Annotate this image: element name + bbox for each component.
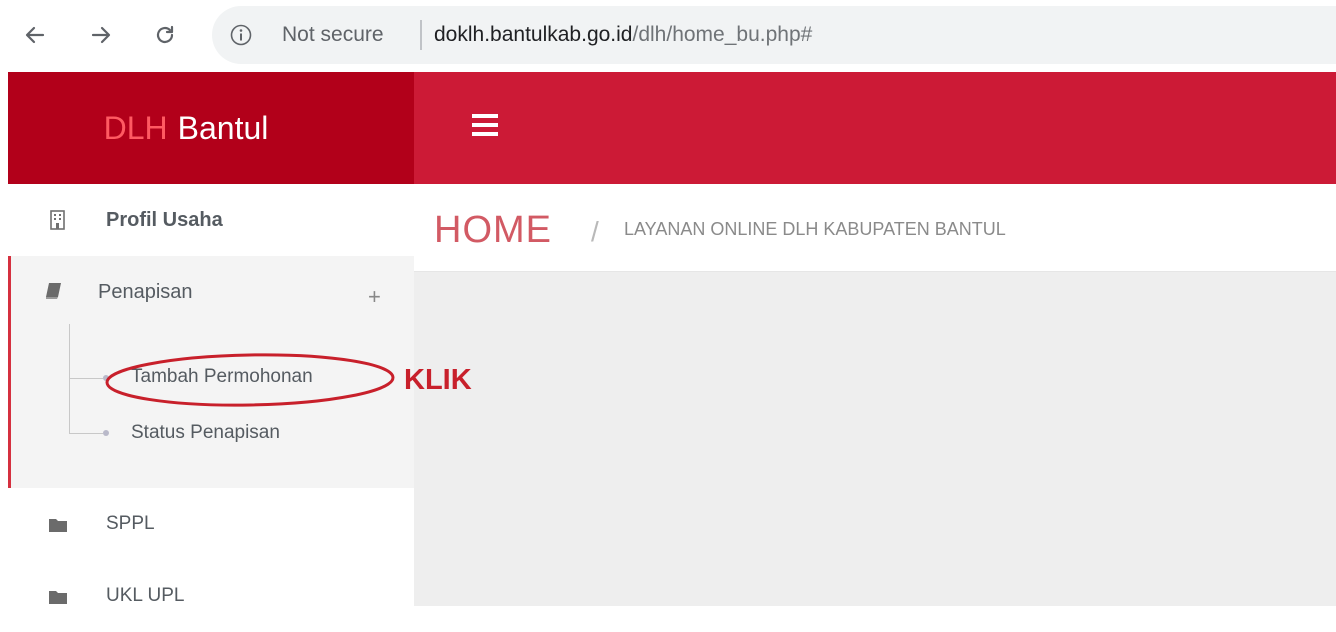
menu-toggle-button[interactable] bbox=[472, 114, 504, 140]
building-icon bbox=[50, 210, 65, 230]
folder-icon bbox=[49, 591, 67, 604]
annotation-klik: KLIK bbox=[404, 364, 472, 396]
tree-line bbox=[69, 378, 103, 379]
sidebar-subitem-status-penapisan[interactable]: Status Penapisan bbox=[131, 422, 280, 444]
brand-part2: Bantul bbox=[177, 109, 269, 146]
url-host: doklh.bantulkab.go.id bbox=[434, 23, 633, 46]
hamburger-icon-bar bbox=[472, 114, 498, 118]
sidebar-item-sppl[interactable]: SPPL bbox=[8, 488, 414, 560]
url-separator bbox=[420, 20, 422, 50]
hamburger-icon-bar bbox=[472, 123, 498, 127]
arrow-right-icon bbox=[91, 26, 111, 44]
url-text[interactable]: doklh.bantulkab.go.id/dlh/home_bu.php# bbox=[434, 23, 812, 47]
info-icon[interactable] bbox=[230, 24, 252, 46]
address-bar[interactable]: Not secure doklh.bantulkab.go.id/dlh/hom… bbox=[212, 6, 1336, 64]
hamburger-icon-bar bbox=[472, 132, 498, 136]
brand-part1: DLH bbox=[103, 109, 168, 146]
forward-button[interactable] bbox=[84, 18, 118, 52]
tree-dot bbox=[103, 375, 109, 381]
reload-button[interactable] bbox=[148, 18, 182, 52]
sidebar-subitem-tambah-permohonan[interactable]: Tambah Permohonan bbox=[131, 366, 313, 388]
tree-line bbox=[69, 324, 70, 434]
breadcrumb-current: LAYANAN ONLINE DLH KABUPATEN BANTUL bbox=[624, 219, 1006, 239]
folder-icon bbox=[49, 519, 67, 532]
plus-icon[interactable]: + bbox=[368, 286, 381, 308]
book-icon bbox=[46, 283, 61, 299]
arrow-left-icon bbox=[25, 26, 45, 44]
brand-logo[interactable]: DLH Bantul bbox=[8, 72, 414, 184]
tree-line bbox=[69, 433, 103, 434]
sidebar: Profil Usaha Penapisan + Tambah Permohon… bbox=[8, 184, 414, 606]
url-path: /dlh/home_bu.php# bbox=[632, 23, 813, 46]
sidebar-item-label: Penapisan bbox=[98, 280, 193, 303]
sidebar-item-label: SPPL bbox=[106, 513, 155, 534]
breadcrumb: HOME / LAYANAN ONLINE DLH KABUPATEN BANT… bbox=[414, 184, 1336, 272]
back-button[interactable] bbox=[18, 18, 52, 52]
sidebar-item-profil-usaha[interactable]: Profil Usaha bbox=[8, 184, 414, 256]
browser-toolbar: Not secure doklh.bantulkab.go.id/dlh/hom… bbox=[0, 0, 1336, 72]
reload-icon bbox=[156, 25, 174, 44]
sidebar-item-penapisan[interactable]: Penapisan + bbox=[8, 256, 414, 328]
sidebar-item-label: Profil Usaha bbox=[106, 208, 223, 231]
top-app-bar bbox=[414, 72, 1336, 184]
security-status: Not secure bbox=[282, 23, 384, 46]
tree-dot bbox=[103, 430, 109, 436]
sidebar-item-ukl-upl[interactable]: UKL UPL bbox=[8, 560, 414, 632]
main-content: HOME / LAYANAN ONLINE DLH KABUPATEN BANT… bbox=[414, 184, 1336, 606]
sidebar-item-label: UKL UPL bbox=[106, 585, 185, 606]
sidebar-group-penapisan: Penapisan + Tambah Permohonan Status Pen… bbox=[8, 256, 414, 488]
breadcrumb-separator: / bbox=[591, 216, 599, 247]
breadcrumb-home[interactable]: HOME bbox=[434, 209, 552, 252]
